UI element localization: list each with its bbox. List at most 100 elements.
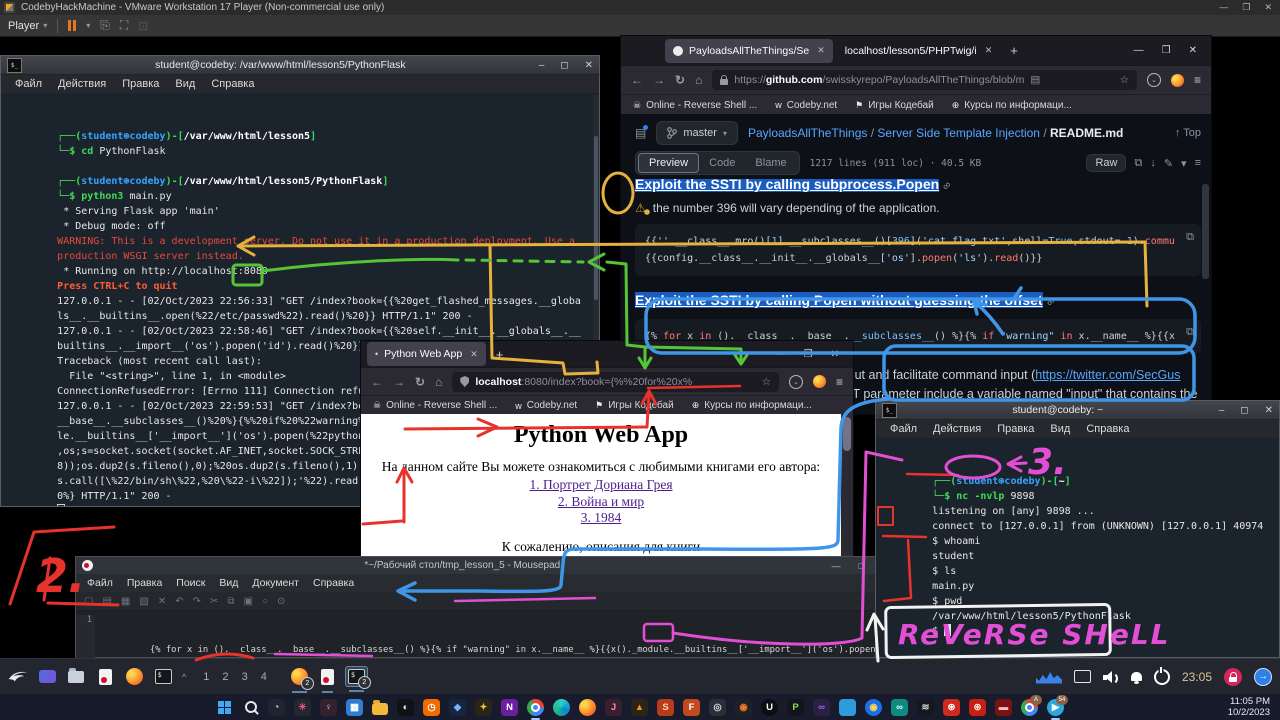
close-button[interactable]: ✕: [1265, 405, 1273, 416]
menu-item[interactable]: Вид: [1042, 423, 1078, 435]
bookmark-item[interactable]: w Codeby.net: [775, 100, 837, 111]
taskbar-terminal-window[interactable]: $ 2: [345, 666, 368, 687]
toolbar-icon[interactable]: ▣: [244, 596, 253, 607]
forward-icon[interactable]: →: [393, 375, 405, 389]
search-icon[interactable]: [242, 699, 259, 716]
iobit-app-icon[interactable]: ⊛: [943, 699, 960, 716]
display-settings-icon[interactable]: [1074, 670, 1091, 683]
driver-app-icon[interactable]: ⊛: [969, 699, 986, 716]
cpuz-app-icon[interactable]: ▲: [631, 699, 648, 716]
expand-launchers-icon[interactable]: ^: [182, 672, 186, 682]
reader-view-icon[interactable]: ▤: [1030, 74, 1040, 86]
close-button[interactable]: ✕: [1189, 45, 1197, 56]
power-manager-icon[interactable]: [1154, 669, 1170, 685]
tab-localhost-phptwig[interactable]: localhost/lesson5/PHPTwig/i ✕: [837, 39, 1000, 63]
show-desktop-icon[interactable]: [37, 667, 57, 687]
menu-item[interactable]: Правка: [989, 423, 1042, 435]
taskbar-mousepad-window[interactable]: [319, 667, 336, 687]
maximize-button[interactable]: ◻: [1240, 405, 1248, 416]
toolbar-icon[interactable]: ▧: [139, 596, 148, 607]
file-tree-icon[interactable]: ▤: [635, 126, 646, 140]
menu-item[interactable]: Действия: [50, 78, 114, 90]
menu-item[interactable]: Вид: [212, 577, 245, 589]
toolbar-icon[interactable]: ✕: [158, 596, 166, 607]
jetbrains-app-icon[interactable]: J: [605, 699, 622, 716]
maps-app-icon[interactable]: ◉: [865, 699, 882, 716]
toolbar-icon[interactable]: ✂: [210, 596, 218, 607]
menu-item[interactable]: Справка: [203, 78, 262, 90]
heading-subprocess-popen[interactable]: Exploit the SSTI by calling subprocess.P…: [635, 179, 939, 192]
page-scrollbar[interactable]: [1202, 184, 1209, 279]
host-clock[interactable]: 11:05 PM 10/2/2023: [1228, 696, 1270, 718]
bookmark-item[interactable]: ⊕ Курсы по информаци...: [952, 100, 1072, 111]
bookmark-item[interactable]: ⊕ Курсы по информаци...: [692, 400, 812, 411]
bookmark-item[interactable]: ⚑ Игры Кодебай: [595, 400, 674, 411]
bookmark-star-icon[interactable]: ☆: [762, 376, 771, 388]
bookmark-item[interactable]: ☠ Online - Reverse Shell ...: [633, 100, 757, 111]
book-link[interactable]: 1. Портрет Дориана Грея: [361, 477, 841, 494]
pycharm-icon[interactable]: P: [787, 699, 804, 716]
menu-item[interactable]: Файл: [7, 78, 50, 90]
lock-screen-icon[interactable]: [1224, 668, 1242, 686]
notifications-icon[interactable]: [1131, 672, 1142, 681]
book-link[interactable]: 2. Война и мир: [361, 494, 841, 511]
assistant-app-icon[interactable]: ♀: [320, 699, 337, 716]
file-explorer-icon[interactable]: [372, 703, 388, 715]
menu-item[interactable]: Вид: [167, 78, 203, 90]
start-button[interactable]: [216, 699, 233, 716]
menu-icon[interactable]: ≡: [836, 375, 843, 389]
minimize-button[interactable]: —: [776, 349, 786, 360]
bookmark-star-icon[interactable]: ☆: [1120, 74, 1129, 86]
vbox-app-icon[interactable]: ◆: [449, 699, 466, 716]
raw-button[interactable]: Raw: [1086, 154, 1126, 172]
close-tab-icon[interactable]: ✕: [470, 349, 478, 360]
menu-item[interactable]: Документ: [245, 577, 306, 589]
blender-icon[interactable]: ◉: [735, 699, 752, 716]
tab-preview[interactable]: Preview: [638, 153, 699, 173]
file-manager-icon[interactable]: [66, 667, 86, 687]
toolbar-icon[interactable]: ↷: [193, 596, 201, 607]
toolbar-icon[interactable]: ⊙: [277, 596, 285, 607]
vm-clock[interactable]: 23:05: [1182, 670, 1212, 684]
workspace-switcher[interactable]: 1 2 3 4: [203, 671, 272, 683]
chrome-profile-icon[interactable]: A: [1021, 699, 1038, 716]
book-link[interactable]: 3. 1984: [361, 510, 841, 527]
pocket-icon[interactable]: ⌄: [1147, 73, 1161, 87]
top-link[interactable]: ↑ Top: [1175, 127, 1201, 139]
close-tab-icon[interactable]: ✕: [985, 45, 993, 56]
send-ctrl-alt-del-icon[interactable]: ⎘: [100, 18, 110, 33]
obs-app-icon[interactable]: ◎: [709, 699, 726, 716]
reload-icon[interactable]: ↻: [675, 73, 685, 87]
tab-blame[interactable]: Blame: [745, 154, 796, 172]
sublime-app-icon[interactable]: S: [657, 699, 674, 716]
tab-code[interactable]: Code: [699, 154, 745, 172]
maximize-button[interactable]: ❐: [1162, 45, 1171, 56]
fl-studio-app-icon[interactable]: F: [683, 699, 700, 716]
toolbar-icon[interactable]: ⧉: [227, 596, 234, 607]
onenote-app-icon[interactable]: N: [501, 699, 518, 716]
unreal-icon[interactable]: U: [761, 699, 778, 716]
logout-icon[interactable]: →: [1254, 668, 1272, 686]
menu-item[interactable]: Действия: [925, 423, 989, 435]
minimize-button[interactable]: —: [1219, 2, 1228, 13]
close-button[interactable]: ✕: [1264, 2, 1272, 13]
volume-icon[interactable]: [1103, 670, 1119, 684]
maximize-button[interactable]: ❐: [1242, 2, 1250, 13]
kali-menu-icon[interactable]: [8, 667, 28, 687]
pause-vm-button[interactable]: [68, 20, 76, 31]
bookmark-item[interactable]: w Codeby.net: [515, 400, 577, 411]
pocket-icon[interactable]: ⌄: [789, 375, 803, 389]
hub-app-icon[interactable]: ✳: [294, 699, 311, 716]
telegram-icon[interactable]: ▶ 54: [1047, 699, 1064, 716]
close-tab-icon[interactable]: ✕: [817, 45, 825, 56]
url-bar[interactable]: localhost:8080/index?book={%%20for%20x% …: [452, 372, 779, 392]
firefox-account-icon[interactable]: [1171, 74, 1184, 87]
reload-icon[interactable]: ↻: [415, 375, 425, 389]
branch-selector[interactable]: master ▾: [656, 121, 738, 145]
toolbar-icon[interactable]: ▤: [102, 596, 111, 607]
visual-studio-icon[interactable]: ∞: [813, 699, 830, 716]
firefox-launcher-icon[interactable]: [124, 667, 144, 687]
maximize-button[interactable]: □: [859, 561, 864, 571]
player-menu[interactable]: Player▾: [8, 20, 47, 32]
breadcrumb-folder-link[interactable]: Server Side Template Injection: [877, 126, 1040, 140]
